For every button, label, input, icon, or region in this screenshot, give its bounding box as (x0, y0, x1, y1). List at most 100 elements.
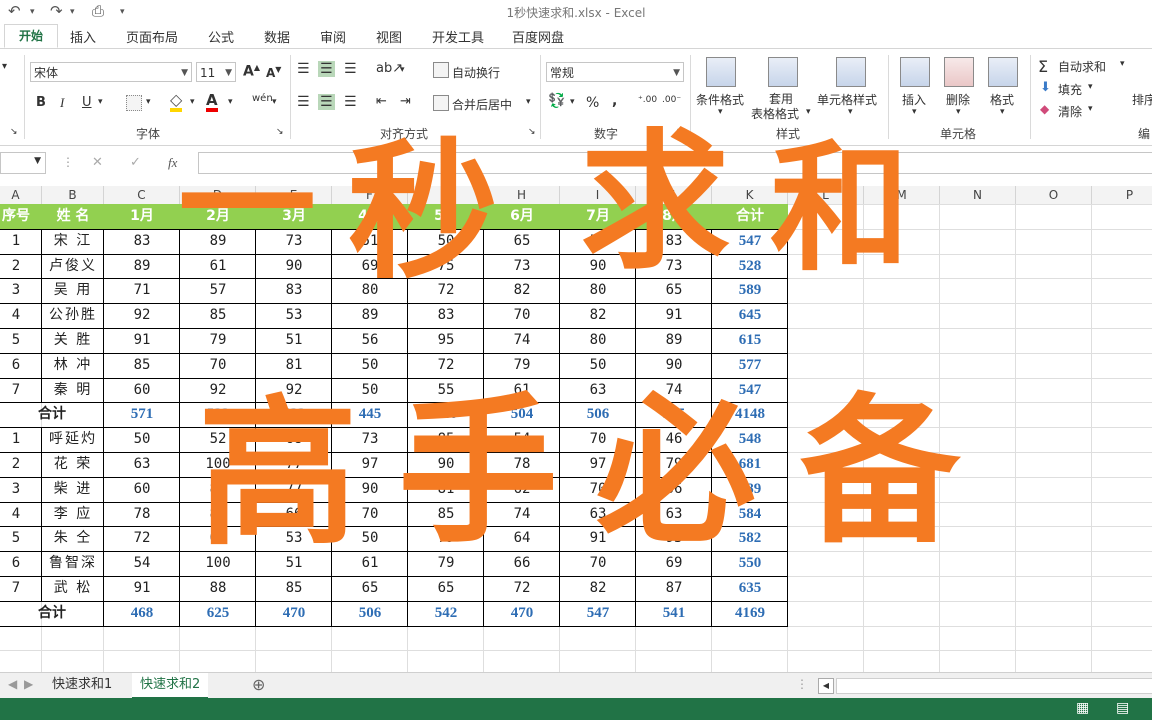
number-format-combo[interactable]: 常规 ▼ (546, 62, 684, 82)
format-cells-icon[interactable] (988, 57, 1018, 87)
format-cells-button[interactable]: 格式 (990, 91, 1014, 108)
table-cell[interactable]: 60 (104, 477, 180, 501)
total-cell[interactable]: 625 (180, 601, 256, 625)
table-cell[interactable]: 53 (256, 303, 332, 327)
percent-button[interactable]: % (586, 95, 599, 111)
tab-insert[interactable]: 插入 (70, 27, 96, 46)
tab-formulas[interactable]: 公式 (208, 27, 234, 46)
delete-cells-icon[interactable] (944, 57, 974, 87)
table-cell[interactable]: 82 (560, 576, 636, 600)
table-cell[interactable]: 83 (104, 229, 180, 253)
table-cell[interactable]: 3 (0, 477, 42, 501)
tab-home[interactable]: 开始 (4, 24, 58, 48)
table-cell[interactable]: 72 (104, 526, 180, 550)
total-cell[interactable]: 547 (560, 601, 636, 625)
italic-button[interactable]: I (60, 95, 64, 111)
header-cell[interactable]: 序号 (0, 204, 42, 228)
cell-style-button[interactable]: 单元格样式 (817, 91, 877, 108)
table-cell[interactable]: 卢俊义 (42, 254, 104, 278)
align-left-icon[interactable]: ☰ (297, 94, 310, 110)
table-cell[interactable]: 54 (104, 551, 180, 575)
table-cell[interactable]: 87 (636, 576, 712, 600)
insert-function-icon[interactable]: fx (168, 155, 177, 171)
worksheet-grid[interactable]: 序号姓 名 1月 2月 3月 4月 5月 6月 7月 8月 合计 1 宋 江 83 89 73 51 50 65 5… (0, 204, 1152, 676)
horizontal-scrollbar[interactable] (836, 678, 1152, 694)
page-layout-view-icon[interactable]: ▤ (1116, 700, 1129, 716)
col-header-p[interactable]: P (1092, 186, 1152, 204)
table-cell[interactable]: 615 (712, 328, 788, 352)
fill-down-icon[interactable]: ⬇ (1040, 80, 1051, 95)
table-cell[interactable]: 88 (180, 576, 256, 600)
sort-filter-button[interactable]: 排序 (1132, 91, 1152, 108)
border-icon[interactable] (126, 95, 142, 111)
table-cell[interactable]: 关 胜 (42, 328, 104, 352)
tab-split-handle-icon[interactable]: ⋮ (796, 677, 808, 691)
table-cell[interactable]: 1 (0, 427, 42, 451)
table-cell[interactable]: 3 (0, 278, 42, 302)
table-cell[interactable]: 72 (484, 576, 560, 600)
table-cell[interactable]: 1 (0, 229, 42, 253)
table-cell[interactable]: 2 (0, 452, 42, 476)
autosum-icon[interactable]: Σ (1038, 57, 1048, 76)
table-cell[interactable]: 60 (104, 378, 180, 402)
table-cell[interactable]: 5 (0, 526, 42, 550)
align-top-icon[interactable]: ☰ (297, 61, 310, 77)
table-cell[interactable]: 85 (104, 353, 180, 377)
align-bottom-icon[interactable]: ☰ (344, 61, 357, 77)
total-label-cell[interactable]: 合计 (0, 601, 104, 625)
table-cell[interactable]: 81 (256, 353, 332, 377)
table-cell[interactable]: 6 (0, 353, 42, 377)
table-cell[interactable]: 6 (0, 551, 42, 575)
eraser-icon[interactable]: ◆ (1040, 102, 1049, 116)
table-cell[interactable]: 51 (256, 328, 332, 352)
table-cell[interactable]: 71 (104, 278, 180, 302)
col-header-b[interactable]: B (42, 186, 104, 204)
table-cell[interactable]: 吴 用 (42, 278, 104, 302)
clipboard-launcher-icon[interactable]: ↘ (10, 127, 18, 137)
decrease-indent-icon[interactable]: ⇤ (376, 94, 387, 109)
scroll-left-icon[interactable]: ◀ (818, 678, 834, 694)
delete-cells-button[interactable]: 删除 (946, 91, 970, 108)
total-cell[interactable]: 571 (104, 402, 180, 426)
currency-dropdown-icon[interactable]: ▾ (570, 97, 575, 107)
table-cell[interactable]: 74 (484, 328, 560, 352)
table-cell[interactable]: 95 (408, 328, 484, 352)
clear-button[interactable]: 清除 (1058, 103, 1082, 120)
table-cell[interactable]: 4 (0, 303, 42, 327)
total-cell[interactable]: 506 (332, 601, 408, 625)
conditional-format-icon[interactable] (706, 57, 736, 87)
font-size-combo[interactable]: 11 ▼ (196, 62, 236, 82)
grow-font-icon[interactable]: A▲ (243, 63, 260, 80)
phonetic-icon[interactable]: wén (252, 93, 273, 104)
table-cell[interactable]: 4 (0, 502, 42, 526)
align-right-icon[interactable]: ☰ (344, 94, 357, 110)
table-format-dropdown-icon[interactable]: ▾ (806, 107, 811, 117)
header-cell[interactable]: 1月 (104, 204, 180, 228)
table-cell[interactable]: 85 (256, 576, 332, 600)
col-header-n[interactable]: N (940, 186, 1016, 204)
table-cell[interactable]: 70 (180, 353, 256, 377)
increase-decimal-icon[interactable]: ⁺.00 (638, 95, 657, 105)
clear-dropdown-icon[interactable]: ▾ (1088, 104, 1093, 114)
tab-data[interactable]: 数据 (264, 27, 290, 46)
enter-icon[interactable]: ✓ (130, 155, 141, 170)
table-cell[interactable]: 72 (408, 353, 484, 377)
format-dropdown-icon[interactable]: ▾ (1000, 107, 1005, 117)
name-box[interactable]: ▼ (0, 152, 46, 174)
insert-dropdown-icon[interactable]: ▾ (912, 107, 917, 117)
autosum-button[interactable]: 自动求和 (1058, 58, 1106, 75)
orientation-dropdown-icon[interactable]: ▾ (400, 65, 405, 75)
cancel-icon[interactable]: ✕ (92, 155, 103, 170)
fill-color-dropdown-icon[interactable]: ▾ (190, 97, 195, 107)
fill-dropdown-icon[interactable]: ▾ (1088, 82, 1093, 92)
table-cell[interactable]: 花 荣 (42, 452, 104, 476)
table-cell[interactable]: 林 冲 (42, 353, 104, 377)
col-header-o[interactable]: O (1016, 186, 1092, 204)
table-cell[interactable]: 65 (408, 576, 484, 600)
table-cell[interactable]: 89 (104, 254, 180, 278)
table-cell[interactable]: 50 (104, 427, 180, 451)
table-cell[interactable]: 82 (560, 303, 636, 327)
insert-cells-icon[interactable] (900, 57, 930, 87)
table-cell[interactable]: 79 (180, 328, 256, 352)
table-cell[interactable]: 65 (332, 576, 408, 600)
